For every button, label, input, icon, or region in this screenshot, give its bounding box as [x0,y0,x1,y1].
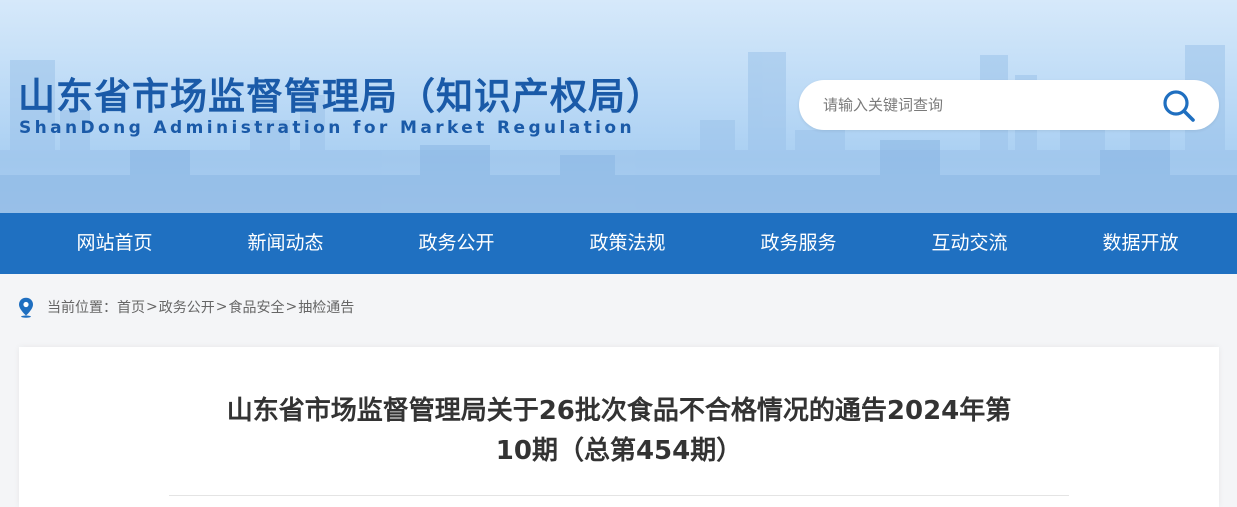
article-title: 山东省市场监督管理局关于26批次食品不合格情况的通告2024年第 10期（总第4… [119,391,1119,471]
breadcrumb: 当前位置： 首页 > 政务公开 > 食品安全 > 抽检通告 [18,295,354,319]
location-pin-icon [19,297,33,318]
search-icon [1163,90,1195,122]
breadcrumb-item-inspection-notice[interactable]: 抽检通告 [298,297,354,317]
search-input[interactable] [823,92,1143,118]
breadcrumb-prefix: 当前位置： [47,300,117,316]
breadcrumb-separator: > [285,299,298,315]
nav-item-open-data[interactable]: 数据开放 [1055,213,1226,274]
title-divider [169,495,1069,496]
nav-item-government-affairs[interactable]: 政务公开 [371,213,542,274]
breadcrumb-item-food-safety[interactable]: 食品安全 [228,297,284,317]
search-button[interactable] [1159,86,1199,126]
nav-item-services[interactable]: 政务服务 [713,213,884,274]
article-title-line-1: 山东省市场监督管理局关于26批次食品不合格情况的通告2024年第 [226,396,1012,426]
nav-item-home[interactable]: 网站首页 [29,213,200,274]
article-container: 山东省市场监督管理局关于26批次食品不合格情况的通告2024年第 10期（总第4… [19,347,1219,507]
main-nav: 网站首页 新闻动态 政务公开 政策法规 政务服务 互动交流 数据开放 [0,213,1237,274]
breadcrumb-item-home[interactable]: 首页 [117,297,145,317]
nav-item-news[interactable]: 新闻动态 [200,213,371,274]
nav-item-interaction[interactable]: 互动交流 [884,213,1055,274]
breadcrumb-separator: > [146,299,158,315]
article-title-line-2: 10期（总第454期） [495,436,743,466]
nav-item-policies[interactable]: 政策法规 [542,213,713,274]
site-subtitle: ShanDong Administration for Market Regul… [19,118,635,138]
search-box [799,80,1219,130]
header-banner: 山东省市场监督管理局（知识产权局） ShanDong Administratio… [0,0,1237,213]
breadcrumb-separator: > [215,299,228,315]
breadcrumb-item-government-affairs[interactable]: 政务公开 [159,297,215,317]
site-title[interactable]: 山东省市场监督管理局（知识产权局） [18,66,664,120]
